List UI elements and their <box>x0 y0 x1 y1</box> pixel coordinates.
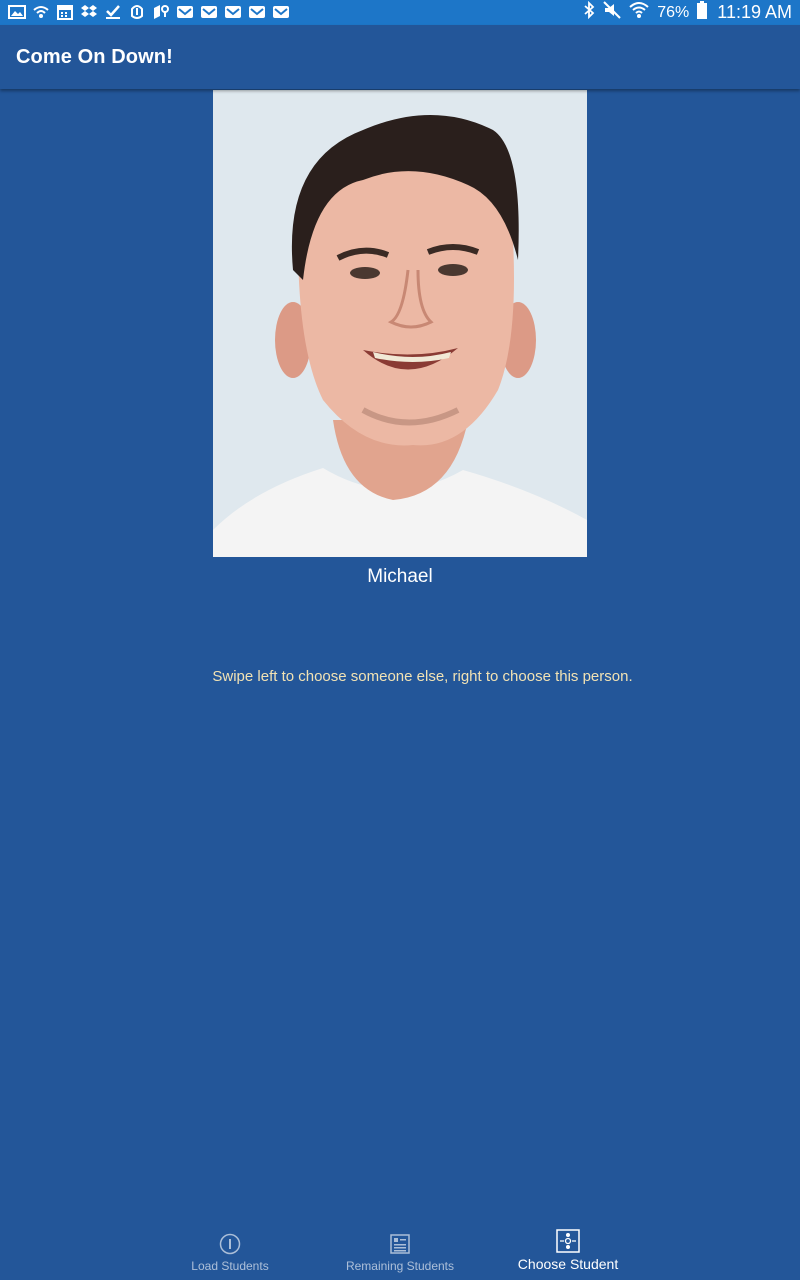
swipe-instruction: Swipe left to choose someone else, right… <box>212 668 633 685</box>
check-icon <box>104 4 122 20</box>
student-name: Michael <box>367 566 433 587</box>
gmail-icon <box>248 4 266 20</box>
bottom-navigation: Load Students Remaining Students Choose … <box>0 1222 800 1280</box>
clock: 11:19 AM <box>717 2 792 22</box>
nav-remaining-students-label: Remaining Students <box>345 1259 455 1273</box>
nav-choose-student-label: Choose Student <box>517 1256 619 1272</box>
system-status: 76% 11:19 AM <box>583 0 792 25</box>
app-bar: Come On Down! <box>0 25 800 89</box>
wifi-hotspot-icon <box>32 4 50 20</box>
list-icon <box>388 1232 412 1256</box>
mute-icon <box>603 1 621 24</box>
fingerprint-icon <box>128 4 146 20</box>
gmail-icon <box>272 4 290 20</box>
bluetooth-icon <box>583 0 595 24</box>
gmail-icon <box>224 4 242 20</box>
notification-icons <box>8 4 290 20</box>
wifi-icon <box>629 1 649 24</box>
app-title: Come On Down! <box>16 46 173 68</box>
nav-remaining-students[interactable]: Remaining Students <box>315 1222 485 1280</box>
nav-load-students[interactable]: Load Students <box>145 1222 315 1280</box>
calendar-icon <box>56 4 74 20</box>
nav-load-students-label: Load Students <box>191 1259 269 1273</box>
battery-icon <box>697 1 708 24</box>
info-icon <box>218 1232 242 1256</box>
nav-choose-student[interactable]: Choose Student <box>483 1222 653 1280</box>
student-photo-image <box>213 90 587 557</box>
location-icon <box>152 4 170 20</box>
status-bar: 76% 11:19 AM <box>0 0 800 25</box>
dropbox-icon <box>80 4 98 20</box>
gmail-icon <box>200 4 218 20</box>
gmail-icon <box>176 4 194 20</box>
student-photo[interactable] <box>213 90 587 557</box>
choose-student-icon <box>556 1229 580 1253</box>
image-icon <box>8 4 26 20</box>
battery-percent: 76% <box>657 3 690 21</box>
